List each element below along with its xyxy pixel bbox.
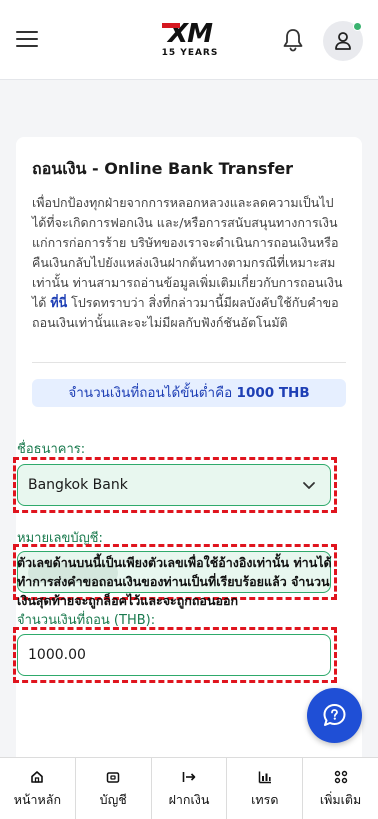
nav-home[interactable]: หน้าหลัก [0,758,76,819]
bank-name-value: Bangkok Bank [28,477,128,493]
grid-icon [334,770,347,784]
logo-subtitle: 15 YEARS [161,48,219,58]
bank-name-select[interactable]: Bangkok Bank [17,464,331,506]
min-amount-prefix: จำนวนเงินที่ถอนได้ขั้นต่ำคือ [68,385,237,401]
divider [32,362,346,363]
nav-trade-label: เทรด [251,792,279,807]
xm-logo[interactable]: XM 15 YEARS [160,20,220,62]
nav-more-label: เพิ่มเติม [319,792,362,807]
online-status-dot [353,22,362,31]
chart-icon [258,771,271,784]
nav-home-label: หน้าหลัก [13,792,62,807]
bottom-navigation: หน้าหลัก บัญชี ฝากเงิน เทรด เพิ่มเติม [0,757,378,819]
description-text: เพื่อปกป้องทุกฝ่ายจากการหลอกหลวงและลดควา… [32,193,350,333]
wallet-icon [106,772,120,783]
chat-support-icon [323,704,346,726]
deposit-arrow-icon [182,772,196,782]
bell-icon[interactable] [282,28,304,52]
nav-account-label: บัญชี [99,792,127,807]
nav-account[interactable]: บัญชี [76,758,152,819]
nav-deposit-label: ฝากเงิน [168,792,210,807]
home-icon [31,771,44,783]
withdraw-amount-input[interactable]: 1000.00 [17,634,331,676]
hamburger-menu-icon[interactable] [16,31,38,49]
top-bar: XM 15 YEARS [0,0,378,80]
chevron-down-icon [303,482,315,489]
min-amount-value: 1000 THB [236,385,310,401]
bank-name-label: ชื่อธนาคาร: [17,442,86,457]
nav-trade[interactable]: เทรด [227,758,304,819]
nav-deposit[interactable]: ฝากเงิน [152,758,228,819]
chat-support-button[interactable] [307,688,362,743]
withdraw-amount-value: 1000.00 [28,647,86,663]
nav-more[interactable]: เพิ่มเติม [303,758,378,819]
description-part-1: เพื่อปกป้องทุกฝ่ายจากการหลอกหลวงและลดควา… [32,195,343,310]
description-part-2: โปรดทราบว่า สิ่งที่กล่าวมานี้มีผลบังคับใ… [32,295,339,330]
minimum-amount-banner: จำนวนเงินที่ถอนได้ขั้นต่ำคือ 1000 THB [32,379,346,407]
page-title: ถอนเงิน - Online Bank Transfer [32,159,294,178]
reference-note: ตัวเลขด้านบนนี้เป็นเพียงตัวเลขเพื่อใช้อ้… [17,555,332,608]
more-info-link[interactable]: ที่นี่ [50,295,67,310]
